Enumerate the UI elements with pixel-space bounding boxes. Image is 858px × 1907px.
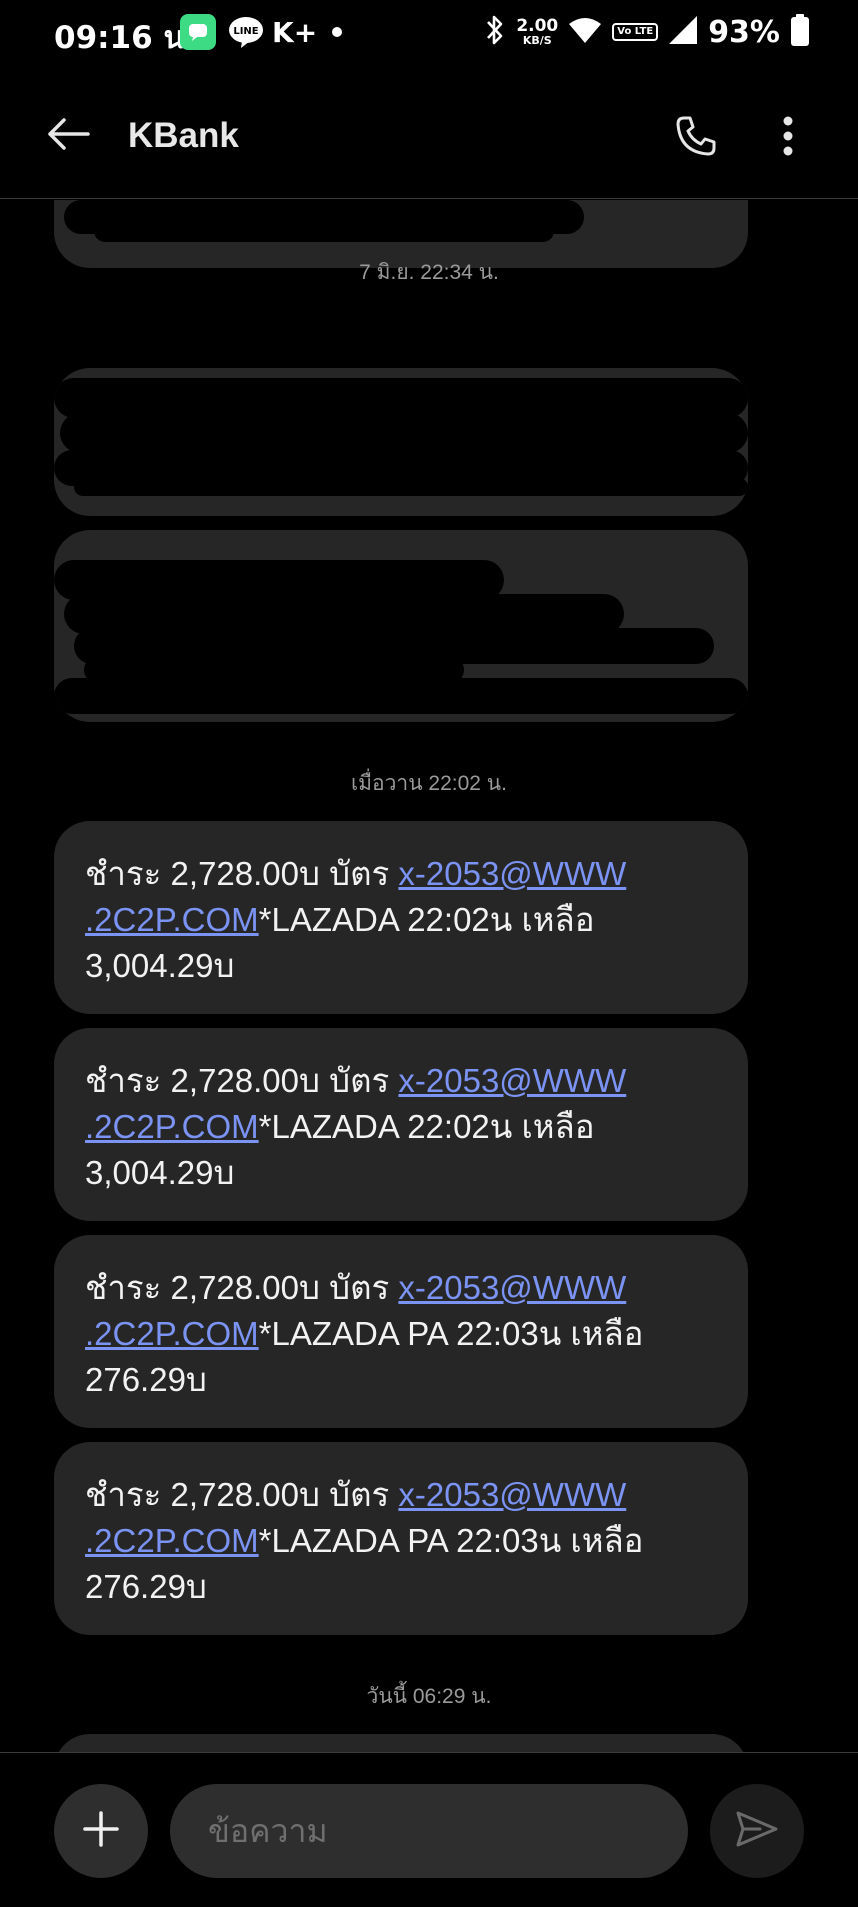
send-icon: [736, 1810, 778, 1852]
composer-bar: [0, 1752, 858, 1907]
app-bar: KBank: [0, 64, 858, 199]
status-bar: 09:16 น. LINE K+ 2.00 KB/S Vo LTE 93%: [0, 0, 858, 64]
message-link[interactable]: x-2053@WWW: [398, 1269, 626, 1306]
plus-icon: [83, 1811, 119, 1851]
battery-icon: [790, 14, 810, 50]
wifi-icon: [568, 16, 602, 48]
message-bubble[interactable]: ชำระ 2,728.00บ บัตร x-2053@WWW .2C2P.COM…: [54, 1235, 748, 1428]
redaction-scribble: [60, 413, 748, 453]
k-plus-icon: K+: [272, 15, 318, 49]
message-text: ชำระ 2,728.00บ บัตร x-2053@WWW .2C2P.COM…: [85, 1062, 627, 1191]
message-link[interactable]: .2C2P.COM: [85, 1522, 259, 1559]
message-text: ชำระ 2,728.00บ บัตร x-2053@WWW .2C2P.COM…: [85, 1476, 644, 1605]
back-button[interactable]: [40, 112, 96, 160]
date-separator: 7 มิ.ย. 22:34 น.: [359, 261, 499, 284]
redaction-scribble: [54, 678, 748, 714]
message-text: ชำระ 2,728.00บ บัตร x-2053@WWW .2C2P.COM…: [85, 855, 627, 984]
message-input[interactable]: [170, 1784, 688, 1878]
more-options-button[interactable]: [768, 110, 808, 166]
bluetooth-icon: [484, 13, 506, 51]
more-notifications-dot: [332, 27, 342, 37]
redacted-message-bubble[interactable]: [54, 368, 748, 516]
message-link[interactable]: .2C2P.COM: [85, 1315, 259, 1352]
message-text: ชำระ 2,728.00บ บัตร x-2053@WWW .2C2P.COM…: [85, 1269, 644, 1398]
redaction-scribble: [54, 378, 748, 418]
redacted-message-bubble[interactable]: [54, 530, 748, 722]
line-icon: LINE: [228, 14, 264, 50]
message-list[interactable]: 7 มิ.ย. 22:34 น. เมื่อวาน 22:02 น. ชำระ …: [0, 200, 858, 1752]
network-speed: 2.00 KB/S: [516, 16, 559, 47]
back-arrow-icon: [46, 117, 90, 155]
status-time: 09:16 น.: [54, 20, 197, 56]
message-link[interactable]: .2C2P.COM: [85, 1108, 259, 1145]
messages-icon: [180, 14, 216, 50]
svg-text:LINE: LINE: [233, 26, 258, 37]
message-bubble[interactable]: ชำระ 2,728.00บ บัตร x-2053@WWW .2C2P.COM…: [54, 1442, 748, 1635]
message-bubble[interactable]: [54, 1734, 748, 1752]
message-link[interactable]: x-2053@WWW: [398, 1476, 626, 1513]
attach-button[interactable]: [54, 1784, 148, 1878]
message-link[interactable]: x-2053@WWW: [398, 855, 626, 892]
more-vertical-icon: [782, 116, 794, 160]
signal-icon: [668, 15, 698, 49]
message-link[interactable]: x-2053@WWW: [398, 1062, 626, 1099]
send-button[interactable]: [710, 1784, 804, 1878]
message-bubble[interactable]: ชำระ 2,728.00บ บัตร x-2053@WWW .2C2P.COM…: [54, 821, 748, 1014]
redaction-scribble: [74, 478, 748, 496]
call-button[interactable]: [668, 110, 724, 166]
battery-percent: 93%: [708, 14, 780, 50]
date-separator: เมื่อวาน 22:02 น.: [351, 772, 507, 795]
redaction-scribble: [94, 220, 554, 242]
status-right-group: 2.00 KB/S Vo LTE 93%: [484, 12, 810, 52]
message-link[interactable]: .2C2P.COM: [85, 901, 259, 938]
date-separator: วันนี้ 06:29 น.: [366, 1685, 492, 1708]
phone-icon: [675, 115, 717, 161]
conversation-title: KBank: [128, 116, 239, 155]
message-bubble[interactable]: ชำระ 2,728.00บ บัตร x-2053@WWW .2C2P.COM…: [54, 1028, 748, 1221]
volte-icon: Vo LTE: [612, 23, 659, 41]
